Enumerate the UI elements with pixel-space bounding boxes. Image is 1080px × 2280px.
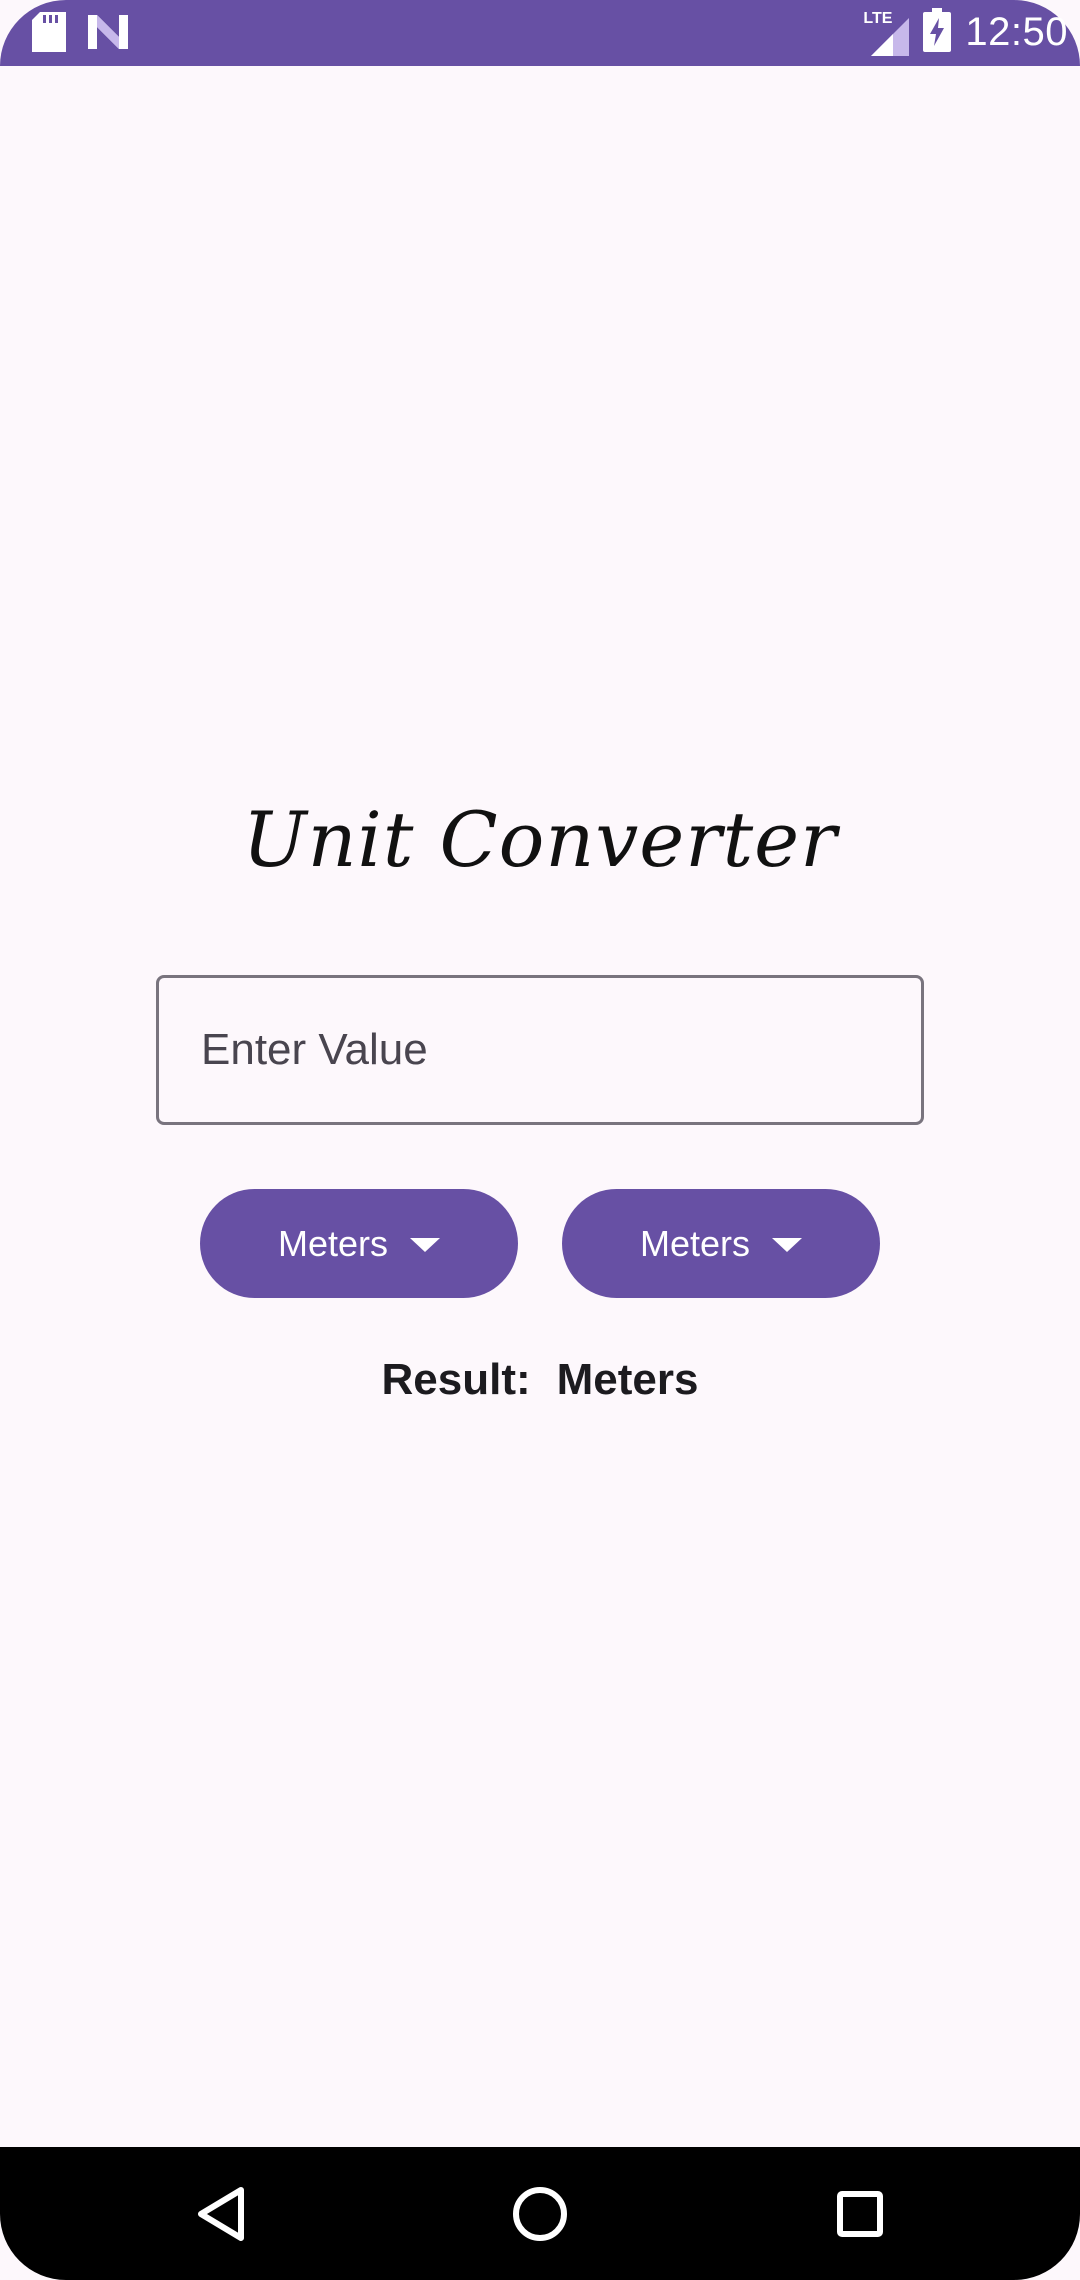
to-unit-label: Meters <box>639 1222 751 1264</box>
navigation-bar <box>0 2147 1080 2280</box>
back-icon <box>198 2187 244 2241</box>
to-unit-dropdown[interactable]: Meters <box>562 1189 880 1298</box>
signal-icon: LTE <box>863 10 910 56</box>
arrow-drop-down-icon <box>410 1237 441 1252</box>
arrow-drop-down-icon <box>772 1237 803 1252</box>
from-unit-dropdown[interactable]: Meters <box>200 1189 518 1298</box>
home-icon <box>513 2187 567 2241</box>
value-input[interactable] <box>156 975 924 1125</box>
result-text: Result: Meters <box>0 1355 1080 1405</box>
back-button[interactable] <box>186 2179 256 2249</box>
app-title: Unit Converter <box>242 795 838 884</box>
home-button[interactable] <box>505 2179 575 2249</box>
status-time: 12:50 <box>965 10 1068 54</box>
from-unit-label: Meters <box>277 1222 389 1264</box>
result-label: Result: <box>381 1355 531 1404</box>
status-left-icons <box>32 12 128 57</box>
status-right-icons: LTE 12:50 <box>863 8 1068 57</box>
sd-card-icon <box>32 12 66 57</box>
screen: LTE 12:50 Unit Converter Meters Met <box>0 0 1080 2280</box>
battery-charging-icon <box>923 8 952 57</box>
n-logo-icon <box>88 15 128 54</box>
recents-button[interactable] <box>825 2179 895 2249</box>
recents-icon <box>837 2191 883 2237</box>
result-value: Meters <box>556 1355 699 1404</box>
status-bar: LTE 12:50 <box>0 0 1080 66</box>
